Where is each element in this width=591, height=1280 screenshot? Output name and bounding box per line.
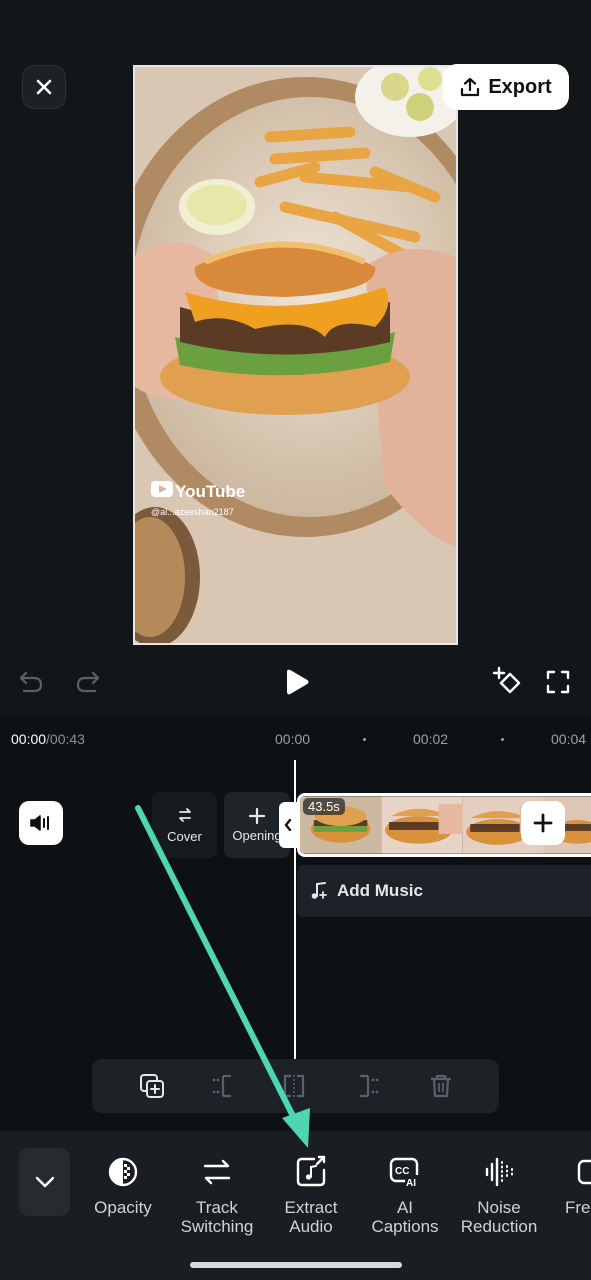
ruler-tick-label: 00:00: [275, 731, 311, 747]
tool-label: Opacity: [94, 1198, 152, 1217]
music-plus-icon: [311, 882, 327, 899]
tool-track-switching[interactable]: Track Switching: [171, 1152, 263, 1236]
watermark-handle: @al...azeeshan2187: [151, 507, 234, 517]
redo-icon[interactable]: [75, 670, 101, 694]
upload-icon: [461, 77, 480, 97]
youtube-watermark: YouTube: [175, 482, 245, 501]
noise-reduction-icon: [485, 1157, 513, 1187]
tool-extract-audio[interactable]: Extract Audio: [265, 1152, 357, 1236]
plus-icon: [533, 813, 553, 833]
chevron-left-icon: [284, 819, 292, 831]
collapse-toolbar-button[interactable]: [19, 1148, 70, 1216]
tool-label: AI Captions: [371, 1198, 439, 1236]
tool-label: Fre: [565, 1198, 591, 1217]
trim-start-icon: [212, 1074, 231, 1098]
ai-captions-icon: CCAI: [389, 1157, 421, 1189]
add-clip-button[interactable]: [521, 801, 565, 845]
tool-label: Extract Audio: [284, 1198, 338, 1236]
tool-opacity[interactable]: Opacity: [77, 1152, 169, 1217]
play-icon[interactable]: [284, 668, 310, 696]
trim-end-icon: [360, 1074, 379, 1098]
total-time: /00:43: [46, 731, 85, 747]
track-switching-icon: [203, 1159, 231, 1185]
close-icon: [36, 79, 52, 95]
cover-label: Cover: [167, 828, 202, 844]
export-button[interactable]: Export: [443, 64, 569, 110]
ruler-tick-label: 00:04: [551, 731, 587, 747]
duplicate-icon[interactable]: [138, 1072, 166, 1100]
export-label: Export: [488, 75, 552, 98]
chevron-down-icon: [35, 1176, 54, 1188]
clip-edit-bar: [92, 1059, 499, 1113]
mute-clip-audio-button[interactable]: [19, 801, 63, 845]
playback-controls: [0, 660, 591, 704]
opacity-icon: [108, 1157, 138, 1187]
swap-icon: [178, 807, 191, 822]
add-music-label: Add Music: [337, 881, 423, 900]
clip-duration-badge: 43.5s: [303, 798, 345, 815]
cover-button[interactable]: Cover: [152, 792, 217, 858]
tool-noise-reduction[interactable]: Noise Reduction: [453, 1152, 545, 1236]
video-preview[interactable]: YouTube @al...azeeshan2187: [133, 65, 458, 645]
keyframe-icon[interactable]: [492, 666, 524, 698]
ruler-tick-label: 00:02: [413, 731, 449, 747]
delete-icon: [431, 1074, 451, 1098]
undo-icon[interactable]: [18, 670, 44, 694]
ruler-dot: [363, 738, 366, 741]
timecode: 00:00/00:43: [11, 731, 85, 747]
current-time: 00:00: [11, 731, 47, 747]
close-button[interactable]: [22, 65, 66, 109]
tool-ai-captions[interactable]: CC AI AI Captions: [359, 1152, 451, 1236]
opening-label: Opening: [232, 827, 282, 843]
tool-label: Noise Reduction: [460, 1198, 538, 1236]
speaker-icon: [30, 815, 49, 831]
home-indicator: [190, 1262, 402, 1268]
extract-audio-icon: [296, 1155, 326, 1187]
svg-text:AI: AI: [406, 1178, 416, 1189]
freeze-icon: [577, 1159, 591, 1185]
tool-label: Track Switching: [180, 1198, 254, 1236]
split-icon: [283, 1074, 305, 1098]
plus-icon: [249, 807, 265, 824]
fullscreen-icon[interactable]: [546, 670, 570, 694]
tool-freeze[interactable]: Fre: [547, 1152, 591, 1217]
playhead[interactable]: [294, 760, 296, 1060]
add-music-button[interactable]: Add Music: [297, 865, 591, 917]
ruler-dot: [501, 738, 504, 741]
